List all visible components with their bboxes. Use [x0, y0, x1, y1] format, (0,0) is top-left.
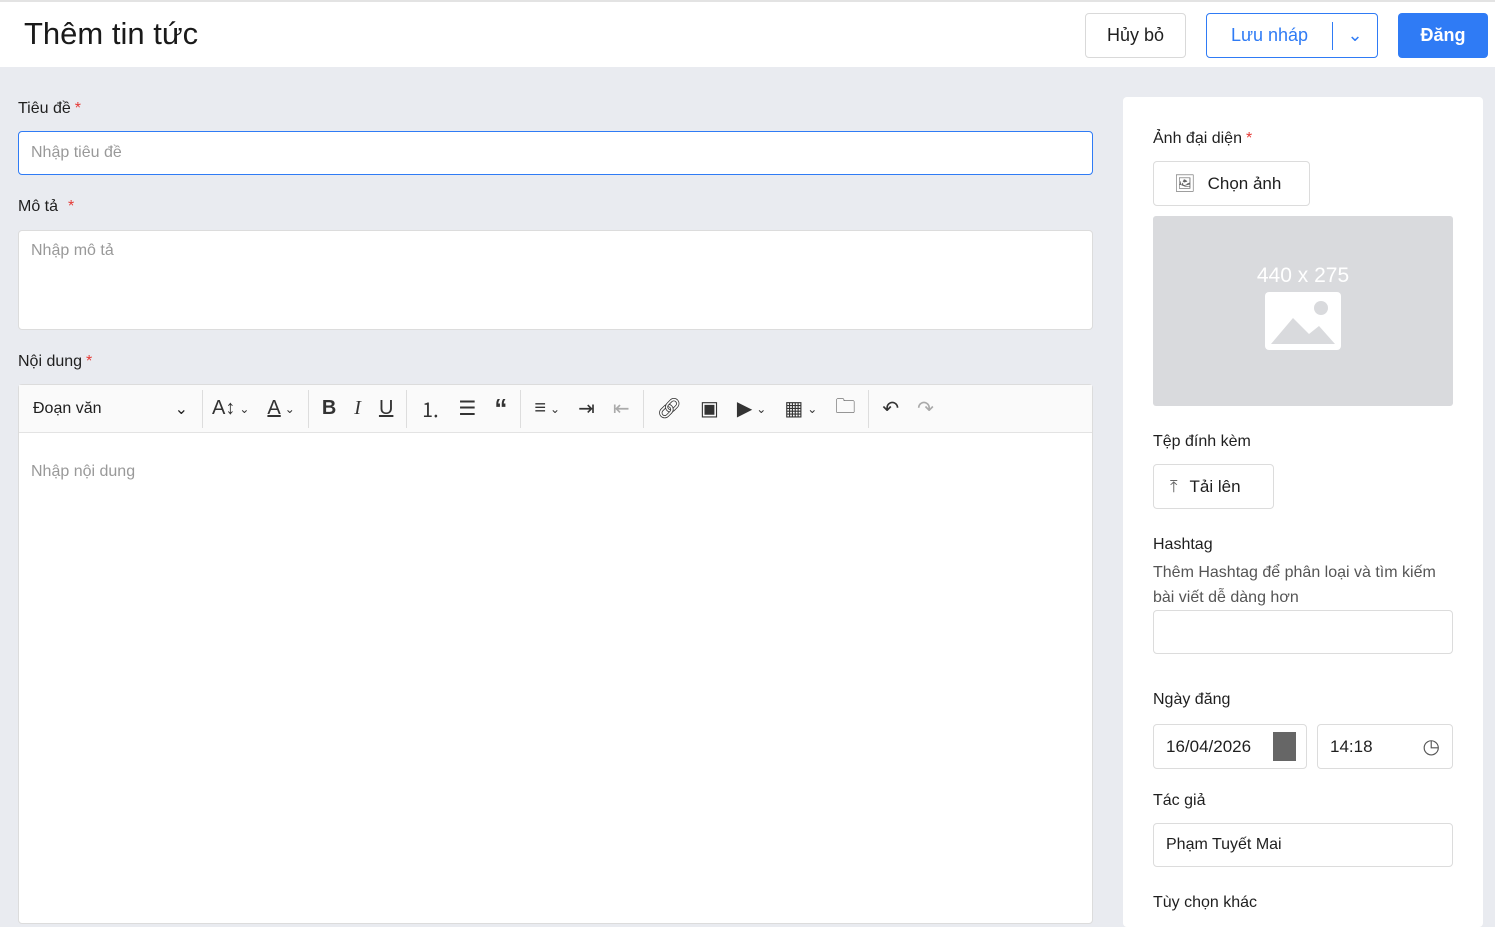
content-input[interactable]: Nhập nội dung [19, 433, 1092, 511]
link-icon[interactable]: 🔗︎ [648, 396, 691, 421]
required-mark: * [86, 353, 93, 370]
divider [520, 389, 522, 428]
content-label: Nội dung * [18, 353, 92, 371]
time-input[interactable]: 14:18 ◷ [1317, 724, 1453, 769]
date-value: 16/04/2026 [1166, 736, 1252, 756]
paragraph-select[interactable]: Đoạn văn ⌄ [33, 389, 203, 428]
upload-icon: ⤒ [1170, 476, 1178, 496]
placeholder-size: 440 x 275 [1256, 264, 1350, 287]
indent-icon[interactable]: ⇥ [569, 396, 604, 421]
choose-image-label: Chọn ảnh [1207, 173, 1282, 193]
hashtag-label: Hashtag [1153, 536, 1213, 553]
hashtag-input[interactable] [1153, 610, 1453, 654]
media-icon[interactable]: ▶ ⌄ [728, 396, 775, 421]
publish-button[interactable]: Đăng [1398, 13, 1488, 58]
desc-input[interactable]: Nhập mô tả [18, 230, 1093, 330]
time-value: 14:18 [1330, 736, 1373, 756]
date-input[interactable]: 16/04/2026 [1153, 724, 1307, 769]
redo-icon[interactable]: ↷ [908, 396, 943, 421]
save-draft-button[interactable]: Lưu nháp ⌄ [1206, 13, 1378, 58]
author-label: Tác giả [1153, 792, 1206, 809]
image-placeholder-icon [1265, 292, 1341, 350]
page-header: Thêm tin tức Hủy bỏ Lưu nháp ⌄ Đăng [0, 0, 1495, 67]
file-manager-icon[interactable]: 🗀 [826, 392, 864, 426]
other-options-label: Tùy chọn khác [1153, 894, 1258, 911]
outdent-icon[interactable]: ⇤ [604, 396, 639, 421]
upload-label: Tải lên [1189, 476, 1241, 496]
chevron-down-icon[interactable]: ⌄ [1333, 25, 1377, 46]
page-title: Thêm tin tức [24, 16, 199, 51]
content-label-text: Nội dung [18, 353, 83, 370]
cancel-button[interactable]: Hủy bỏ [1085, 13, 1186, 58]
attach-label: Tệp đính kèm [1153, 433, 1251, 450]
sidebar-card: Ảnh đại diện * 🖼︎ Chọn ảnh 440 x 275 Tệp đ… [1123, 97, 1483, 927]
title-label: Tiêu đề * [18, 100, 81, 118]
divider [642, 389, 644, 428]
thumb-label-text: Ảnh đại diện [1153, 130, 1242, 147]
upload-button[interactable]: ⤒ Tải lên [1153, 464, 1274, 509]
title-label-text: Tiêu đề [18, 100, 71, 117]
thumb-label: Ảnh đại diện * [1153, 130, 1252, 148]
align-icon[interactable]: ≡ ⌄ [525, 397, 569, 420]
font-size-icon[interactable]: A↕ ⌄ [203, 397, 258, 420]
blockquote-icon[interactable]: “ [485, 393, 516, 424]
title-input[interactable]: Nhập tiêu đề [18, 131, 1093, 175]
image-placeholder: 440 x 275 [1153, 216, 1453, 406]
desc-label-text: Mô tả [18, 198, 59, 215]
undo-icon[interactable]: ↶ [873, 396, 908, 421]
calendar-icon[interactable] [1273, 732, 1296, 761]
author-input[interactable]: Phạm Tuyết Mai [1153, 823, 1453, 867]
divider [406, 389, 408, 428]
underline-icon[interactable]: U [370, 397, 402, 420]
divider [307, 389, 309, 428]
paragraph-select-value: Đoạn văn [33, 399, 102, 417]
required-mark: * [74, 100, 82, 117]
italic-icon[interactable]: I [345, 397, 370, 420]
desc-label: Mô tả * [18, 198, 74, 216]
table-icon[interactable]: ▦ ⌄ [775, 396, 826, 421]
required-mark: * [68, 198, 75, 215]
required-mark: * [1245, 130, 1253, 147]
rich-text-editor: Đoạn văn ⌄ A↕ ⌄ A ⌄ B I U ⒈ ☰ “ ≡ ⌄ ⇥ ⇤ 🔗︎ ▣… [18, 384, 1093, 924]
choose-image-button[interactable]: 🖼︎ Chọn ảnh [1153, 161, 1310, 206]
image-icon[interactable]: ▣ [691, 396, 728, 421]
clock-icon[interactable]: ◷ [1423, 734, 1440, 759]
image-icon: 🖼︎ [1174, 173, 1196, 193]
bold-icon[interactable]: B [313, 397, 345, 420]
date-label: Ngày đăng [1153, 691, 1231, 708]
font-color-icon[interactable]: A ⌄ [258, 397, 303, 420]
save-draft-label[interactable]: Lưu nháp [1207, 25, 1332, 46]
editor-toolbar: Đoạn văn ⌄ A↕ ⌄ A ⌄ B I U ⒈ ☰ “ ≡ ⌄ ⇥ ⇤ 🔗︎ ▣… [19, 385, 1092, 433]
bulleted-list-icon[interactable]: ☰ [449, 396, 485, 421]
numbered-list-icon[interactable]: ⒈ [411, 394, 449, 423]
hashtag-hint: Thêm Hashtag để phân loại và tìm kiếm bà… [1153, 564, 1436, 606]
chevron-down-icon: ⌄ [174, 400, 188, 418]
divider [868, 389, 870, 428]
